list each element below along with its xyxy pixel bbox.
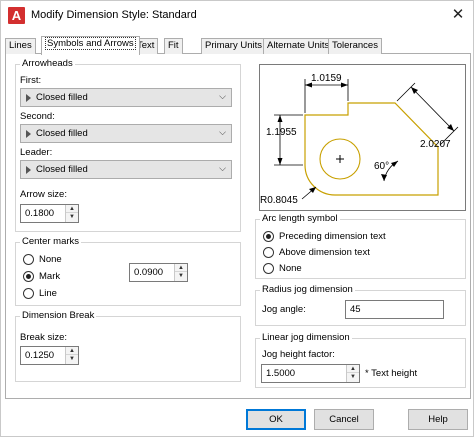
- arc-length-title: Arc length symbol: [260, 213, 340, 225]
- dim-right-text: 2.0207: [420, 139, 451, 150]
- arc-preceding-radio[interactable]: [263, 231, 274, 242]
- center-marks-group: Center marks None Mark Line 0.0900 ▲ ▼: [15, 236, 241, 306]
- symbols-and-arrows-page: Arrowheads First: Closed filled ⌵ Second…: [5, 54, 471, 399]
- center-mark-mark-radio[interactable]: [23, 271, 34, 282]
- spin-up-icon[interactable]: ▲: [66, 347, 78, 355]
- dim-radius-text: R0.8045: [260, 195, 298, 206]
- jog-angle-label: Jog angle:: [262, 304, 306, 315]
- second-arrowhead-combo[interactable]: Closed filled ⌵: [20, 124, 232, 143]
- dimension-preview: 1.0159 1.1955 2.0207 60° R0.8045: [259, 64, 466, 211]
- second-arrowhead-value: Closed filled: [36, 128, 88, 139]
- dim-top-text: 1.0159: [311, 73, 342, 84]
- dimension-break-group: Dimension Break Break size: 0.1250 ▲ ▼: [15, 310, 241, 382]
- break-size-label: Break size:: [20, 332, 67, 343]
- leader-arrowhead-value: Closed filled: [36, 164, 88, 175]
- dim-angle-text: 60°: [374, 161, 389, 172]
- radius-jog-group: Radius jog dimension Jog angle: 45: [255, 284, 466, 326]
- spin-up-icon[interactable]: ▲: [66, 205, 78, 213]
- tab-symbols-and-arrows[interactable]: Symbols and Arrows: [41, 36, 140, 55]
- arc-preceding-label: Preceding dimension text: [279, 231, 386, 242]
- break-size-value: 0.1250: [25, 350, 55, 361]
- center-mark-none-radio[interactable]: [23, 254, 34, 265]
- arrowheads-group: Arrowheads First: Closed filled ⌵ Second…: [15, 58, 241, 232]
- arrow-size-spinner[interactable]: 0.1800 ▲ ▼: [20, 204, 79, 223]
- ok-button[interactable]: OK: [246, 409, 306, 430]
- jog-height-factor-value: 1.5000: [266, 368, 296, 379]
- second-label: Second:: [20, 111, 55, 122]
- extension-line: [396, 82, 416, 102]
- first-label: First:: [20, 75, 42, 86]
- arrowheads-title: Arrowheads: [20, 58, 75, 70]
- tab-primary-units[interactable]: Primary Units: [201, 38, 267, 54]
- close-icon[interactable]: ✕: [447, 5, 469, 25]
- jog-angle-value: 45: [350, 304, 361, 315]
- leader-arrowhead-combo[interactable]: Closed filled ⌵: [20, 160, 232, 179]
- cancel-button[interactable]: Cancel: [314, 409, 374, 430]
- tab-alternate-units[interactable]: Alternate Units: [263, 38, 334, 54]
- first-arrowhead-value: Closed filled: [36, 92, 88, 103]
- arrow-size-value: 0.1800: [25, 208, 55, 219]
- arc-length-group: Arc length symbol Preceding dimension te…: [255, 213, 466, 279]
- arrowhead-symbol-icon: [26, 94, 31, 102]
- spinner-arrows: ▲ ▼: [346, 365, 359, 382]
- dimension-line: [410, 86, 455, 132]
- center-mark-none-label: None: [39, 254, 62, 265]
- spin-down-icon[interactable]: ▼: [66, 213, 78, 221]
- spinner-arrows: ▲ ▼: [65, 347, 78, 364]
- autocad-logo-icon: A: [8, 7, 25, 24]
- break-size-spinner[interactable]: 0.1250 ▲ ▼: [20, 346, 79, 365]
- chevron-down-icon: ⌵: [219, 91, 226, 101]
- tab-strip: Lines Symbols and Arrows Text Fit Primar…: [5, 36, 471, 55]
- linear-jog-title: Linear jog dimension: [260, 332, 352, 344]
- chevron-down-icon: ⌵: [219, 127, 226, 137]
- chevron-down-icon: ⌵: [219, 163, 226, 173]
- help-button[interactable]: Help: [408, 409, 468, 430]
- dim-left-text: 1.1955: [266, 127, 297, 138]
- linear-jog-group: Linear jog dimension Jog height factor: …: [255, 332, 466, 388]
- arc-none-radio[interactable]: [263, 263, 274, 274]
- arrowhead: [277, 115, 283, 122]
- center-marks-title: Center marks: [20, 236, 82, 248]
- center-mark-size-value: 0.0900: [134, 267, 164, 278]
- spin-up-icon[interactable]: ▲: [175, 264, 187, 272]
- arc-above-label: Above dimension text: [279, 247, 370, 258]
- spinner-arrows: ▲ ▼: [65, 205, 78, 222]
- arrowhead: [391, 161, 398, 167]
- dialog-window: A Modify Dimension Style: Standard ✕ Lin…: [0, 0, 474, 437]
- spin-down-icon[interactable]: ▼: [175, 272, 187, 280]
- center-mark-size-spinner[interactable]: 0.0900 ▲ ▼: [129, 263, 188, 282]
- spinner-arrows: ▲ ▼: [174, 264, 187, 281]
- center-mark-line-label: Line: [39, 288, 57, 299]
- dimension-break-title: Dimension Break: [20, 310, 97, 322]
- jog-height-factor-spinner[interactable]: 1.5000 ▲ ▼: [261, 364, 360, 383]
- text-height-suffix: * Text height: [365, 368, 418, 379]
- title-bar: A Modify Dimension Style: Standard ✕: [1, 1, 473, 31]
- arrowhead-symbol-icon: [26, 130, 31, 138]
- tab-tolerances[interactable]: Tolerances: [328, 38, 382, 54]
- spin-down-icon[interactable]: ▼: [347, 373, 359, 381]
- center-mark-mark-label: Mark: [39, 271, 61, 282]
- spin-down-icon[interactable]: ▼: [66, 355, 78, 363]
- arrow-size-label: Arrow size:: [20, 189, 67, 200]
- spin-up-icon[interactable]: ▲: [347, 365, 359, 373]
- tab-lines[interactable]: Lines: [5, 38, 36, 54]
- dialog-title: Modify Dimension Style: Standard: [31, 9, 197, 21]
- arrowhead-symbol-icon: [26, 166, 31, 174]
- jog-height-factor-label: Jog height factor:: [262, 349, 335, 360]
- radius-jog-title: Radius jog dimension: [260, 284, 355, 296]
- tab-fit[interactable]: Fit: [164, 38, 183, 54]
- first-arrowhead-combo[interactable]: Closed filled ⌵: [20, 88, 232, 107]
- leader-label: Leader:: [20, 147, 53, 158]
- arc-none-label: None: [279, 263, 302, 274]
- preview-drawing: 1.0159 1.1955 2.0207 60° R0.8045: [260, 73, 459, 206]
- jog-angle-input[interactable]: 45: [345, 300, 444, 319]
- arc-above-radio[interactable]: [263, 247, 274, 258]
- preview-shape: [304, 102, 439, 196]
- arrowhead: [277, 158, 283, 165]
- arrowhead: [341, 82, 348, 88]
- arrowhead: [381, 174, 387, 181]
- center-mark-line-radio[interactable]: [23, 288, 34, 299]
